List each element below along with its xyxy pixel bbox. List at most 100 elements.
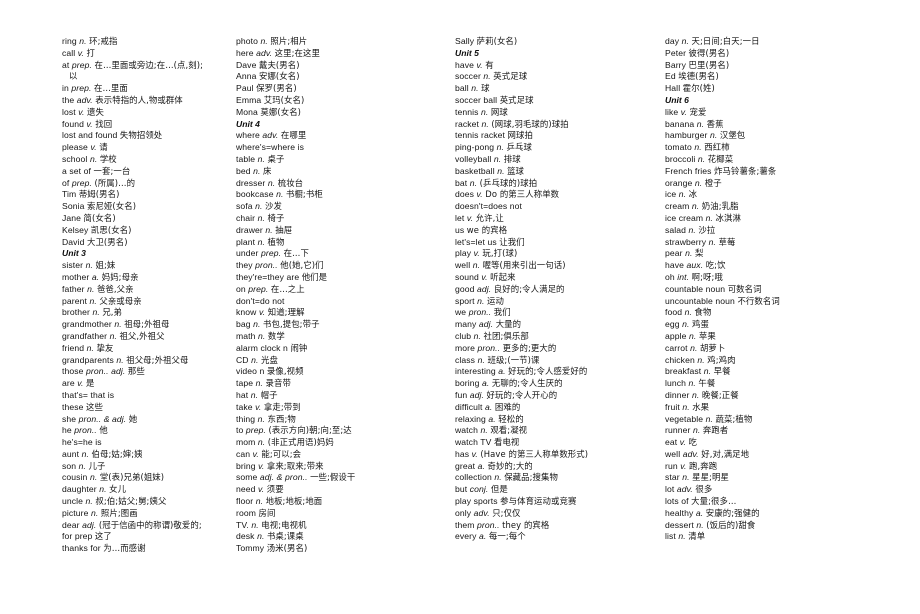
entry-part-of-speech: adj.	[477, 283, 492, 294]
entry-part-of-speech: v.	[680, 106, 688, 117]
vocabulary-entry: tomato n. 西红柿	[665, 142, 920, 154]
vocabulary-entry: lots of 大量;很多…	[665, 496, 920, 508]
entry-part-of-speech: v.	[78, 106, 85, 117]
vocabulary-entry: play sports 参与体育运动或竞赛	[455, 496, 650, 508]
vocabulary-entry: ice cream n. 冰淇淋	[665, 213, 920, 225]
entry-translation: 允许,让	[475, 212, 504, 223]
entry-translation: 安娜(女名)	[258, 71, 300, 82]
entry-translation: 香蕉	[706, 118, 724, 129]
entry-translation: 食物	[694, 307, 712, 318]
entry-translation: 椅子	[267, 212, 285, 223]
entry-part-of-speech: v.	[77, 378, 84, 389]
entry-translation: 汉堡包	[719, 130, 746, 141]
entry-translation: 鸡;鸡肉	[707, 354, 736, 365]
entry-word: Dave	[236, 59, 257, 70]
entry-word: sister	[62, 260, 84, 271]
entry-word: call	[62, 47, 76, 58]
entry-translation: 戴夫(男名)	[258, 59, 300, 70]
vocabulary-entry: star n. 星星;明星	[665, 472, 920, 484]
vocabulary-entry: well adv. 好,对,满足地	[665, 449, 920, 461]
entry-part-of-speech: n.	[257, 413, 266, 424]
vocabulary-entry: drawer n. 抽屉	[236, 225, 435, 237]
vocabulary-entry: banana n. 香蕉	[665, 119, 920, 131]
entry-word: dinner	[665, 389, 690, 400]
entry-translation: 为…而感谢	[103, 543, 146, 554]
vocabulary-column-3: Sally 萨莉(女名) Unit 5 have v. 有 soccer n. 英式足…	[435, 36, 650, 555]
entry-translation: 奔跑者	[702, 425, 729, 436]
entry-word: thing	[236, 413, 256, 424]
entry-word: Paul	[236, 83, 254, 94]
entry-part-of-speech: n.	[497, 165, 505, 176]
vocabulary-entry: a set of 一套;一台	[62, 166, 218, 178]
entry-translation: 星星;明星	[692, 472, 729, 483]
entry-translation: 请	[99, 142, 108, 153]
entry-word: Jane	[62, 212, 82, 223]
entry-translation: 困难的	[494, 401, 521, 412]
entry-part-of-speech: pron.. adj.	[86, 366, 126, 377]
entry-translation: 父亲或母亲	[99, 295, 142, 306]
entry-word: apple	[665, 330, 687, 341]
entry-translation: 地板;地板;地面	[265, 496, 323, 507]
entry-word: lots of	[665, 496, 689, 507]
entry-translation: 一些;假设干	[310, 472, 356, 483]
entry-translation: 吃	[688, 437, 697, 448]
entry-word: let	[455, 212, 465, 223]
entry-translation: (饭后的)甜食	[706, 519, 756, 530]
entry-word: a set of	[62, 165, 91, 176]
entry-translation: 照片;相片	[270, 36, 308, 46]
entry-part-of-speech: n.	[257, 437, 266, 448]
vocabulary-entry: healthy a. 安康的;强健的	[665, 508, 920, 520]
entry-word: that's= that is	[62, 389, 115, 400]
entry-translation: 好,对,满足地	[701, 448, 750, 459]
vocabulary-entry: bag n. 书包,提包;带子	[236, 319, 435, 331]
vocabulary-entry: grandparents n. 祖父母;外祖父母	[62, 355, 218, 367]
entry-word: eat	[665, 437, 678, 448]
entry-part-of-speech: n.	[85, 496, 93, 507]
vocabulary-entry: has v. (Have 的第三人称单数形式)	[455, 449, 650, 461]
entry-word: orange	[665, 177, 693, 188]
entry-translation: 学校	[99, 153, 117, 164]
entry-word: tennis racket	[455, 130, 506, 141]
vocabulary-entry: Anna 安娜(女名)	[236, 71, 435, 83]
entry-translation: 大量;很多…	[691, 496, 737, 507]
entry-word: oh	[665, 271, 675, 282]
entry-part-of-speech: pron..	[477, 342, 501, 353]
vocabulary-entry: like v. 宠爱	[665, 107, 920, 119]
entry-translation: 清单	[688, 531, 706, 542]
vocabulary-entry: tape n. 录音带	[236, 378, 435, 390]
vocabulary-entry: have v. 有	[455, 60, 650, 72]
entry-part-of-speech: n.	[276, 189, 284, 200]
entry-word: cousin	[62, 472, 88, 483]
entry-word: more	[455, 342, 475, 353]
entry-word: need	[236, 484, 256, 495]
entry-part-of-speech: pron..	[74, 425, 97, 436]
entry-translation: 参与体育运动或竞赛	[500, 496, 577, 507]
entry-word: banana	[665, 118, 695, 129]
vocabulary-entry: egg n. 鸡蛋	[665, 319, 920, 331]
entry-part-of-speech: n.	[257, 531, 265, 542]
entry-translation: 挚友	[96, 342, 114, 353]
entry-translation: 沙发	[265, 201, 282, 212]
entry-word: has	[455, 448, 470, 459]
vocabulary-entry: soccer ball 英式足球	[455, 95, 650, 107]
vocabulary-entry: don't=do not	[236, 296, 435, 308]
entry-translation: 照片;图画	[100, 507, 138, 518]
entry-translation: 祖母;外祖母	[124, 319, 170, 330]
vocabulary-entry: Mona 莫娜(女名)	[236, 107, 435, 119]
entry-word: bring	[236, 460, 256, 471]
entry-word: Mona	[236, 106, 258, 117]
vocabulary-entry: desk n. 书桌;课桌	[236, 531, 435, 543]
vocabulary-entry: chicken n. 鸡;鸡肉	[665, 355, 920, 367]
entry-part-of-speech: n.	[688, 378, 696, 389]
entry-part-of-speech: n.	[267, 177, 276, 188]
entry-translation: 很多	[695, 484, 713, 495]
entry-translation: 玩,打(球)	[482, 248, 518, 259]
entry-word: boring	[455, 378, 480, 389]
vocabulary-entry: sister n. 姐;妹	[62, 260, 218, 272]
entry-translation: 英式足球	[493, 71, 528, 82]
entry-word: room	[236, 507, 256, 518]
entry-word: aunt	[62, 448, 80, 459]
entry-word: they're=they are	[236, 271, 300, 282]
entry-part-of-speech: v.	[77, 47, 85, 58]
vocabulary-entry: floor n. 地板;地板;地面	[236, 496, 435, 508]
